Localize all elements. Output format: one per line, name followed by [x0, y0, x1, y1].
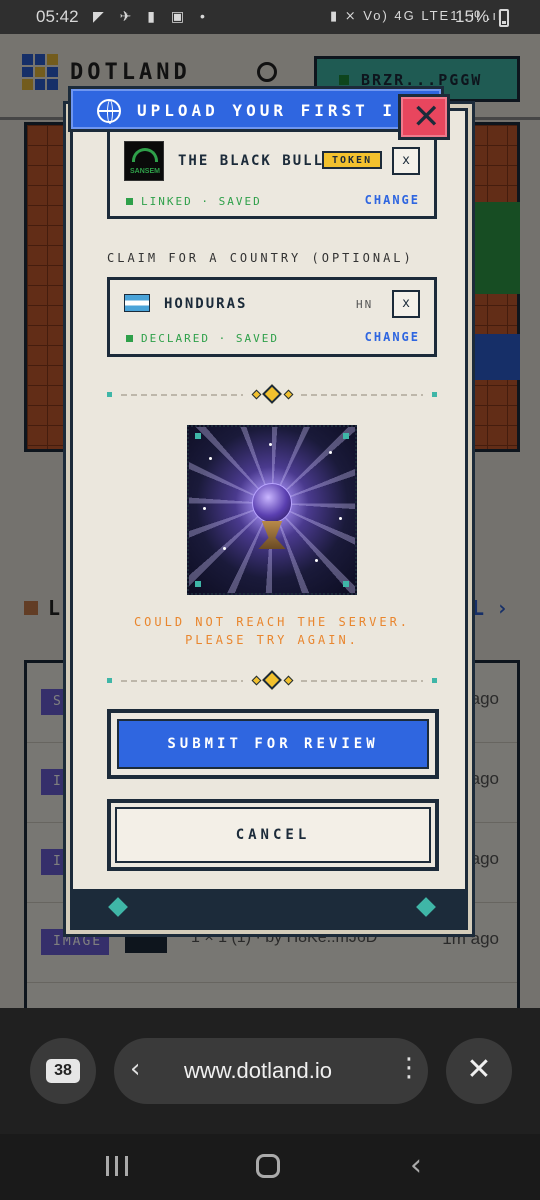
crystal-ball-icon: [252, 483, 292, 523]
token-name: THE BLACK BULL: [178, 153, 325, 169]
close-button[interactable]: ✕: [398, 94, 450, 140]
back-icon[interactable]: ‹: [130, 1054, 140, 1084]
country-name: HONDURAS: [164, 296, 248, 312]
country-code: HN: [356, 298, 374, 311]
browser-toolbar: 38 ‹ www.dotland.io ⋮ ✕: [0, 1008, 540, 1134]
token-thumbnail: SANSEM: [124, 141, 164, 181]
upload-modal: SANSEM THE BLACK BULL TOKEN x LINKED · S…: [70, 108, 468, 930]
change-token-link[interactable]: CHANGE: [365, 193, 420, 207]
home-icon[interactable]: [256, 1154, 280, 1178]
change-country-link[interactable]: CHANGE: [365, 330, 420, 344]
globe-icon: [97, 99, 121, 124]
close-icon: ✕: [412, 97, 441, 137]
bull-horns-icon: [132, 148, 158, 162]
cancel-button[interactable]: CANCEL: [107, 799, 439, 871]
submit-label: SUBMIT FOR REVIEW: [117, 719, 429, 769]
modal-title-bar: UPLOAD YOUR FIRST I...: [68, 86, 444, 132]
remove-token-button[interactable]: x: [392, 147, 420, 175]
divider: [107, 670, 437, 690]
diamond-icon: [108, 897, 128, 917]
status-time: 05:42: [36, 7, 79, 26]
divider: [107, 384, 437, 404]
battery-percent: 15%: [455, 7, 490, 26]
tab-switcher-button[interactable]: 38: [30, 1038, 96, 1104]
recents-icon[interactable]: [106, 1156, 128, 1176]
modal-footer: [73, 889, 465, 927]
system-nav-bar: ‹: [0, 1134, 540, 1200]
battery-icon: [499, 9, 509, 27]
nav-back-icon[interactable]: ‹: [410, 1148, 422, 1183]
more-options-icon[interactable]: ⋮: [396, 1054, 422, 1082]
country-card: HONDURAS HN x DECLARED · SAVED CHANGE: [107, 277, 437, 357]
cancel-label: CANCEL: [115, 807, 431, 863]
notification-icons: ◤ ✈ ▮ ▣ •: [93, 8, 211, 24]
token-badge: TOKEN: [322, 151, 383, 169]
close-tab-button[interactable]: ✕: [446, 1038, 512, 1104]
modal-title: UPLOAD YOUR FIRST I...: [137, 101, 437, 120]
error-message: COULD NOT REACH THE SERVER. PLEASE TRY A…: [133, 615, 411, 647]
tab-count: 38: [46, 1059, 80, 1083]
country-status: DECLARED · SAVED: [126, 332, 279, 345]
remove-country-button[interactable]: x: [392, 290, 420, 318]
diamond-icon: [416, 897, 436, 917]
submit-for-review-button[interactable]: SUBMIT FOR REVIEW: [107, 709, 439, 779]
status-bar: 05:42 ◤ ✈ ▮ ▣ • ▮ ⨯ Vo) 4G LTE1 .ıl .ıl …: [0, 0, 540, 34]
country-section-label: CLAIM FOR A COUNTRY (OPTIONAL): [107, 251, 414, 265]
token-status: LINKED · SAVED: [126, 195, 262, 208]
address-bar[interactable]: ‹ www.dotland.io ⋮: [114, 1038, 428, 1104]
image-preview: [187, 425, 357, 595]
honduras-flag-icon: [124, 292, 150, 312]
url-text[interactable]: www.dotland.io: [184, 1058, 332, 1084]
token-thumb-label: SANSEM: [130, 168, 160, 175]
